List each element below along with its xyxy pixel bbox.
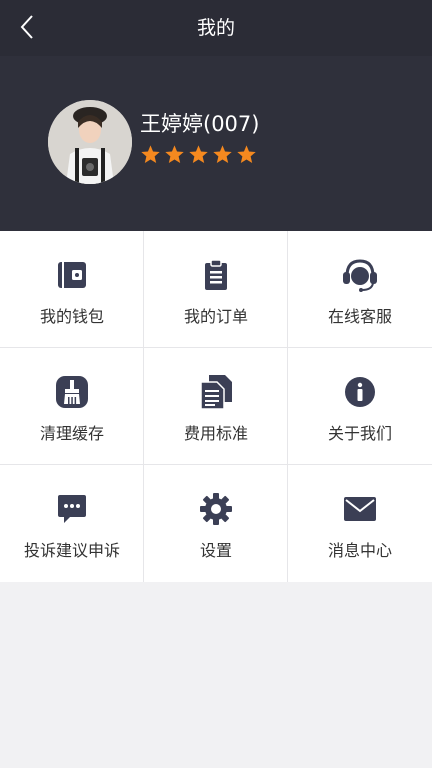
menu-item-label: 消息中心 xyxy=(327,541,392,560)
wallet-icon xyxy=(54,257,90,293)
headset-icon xyxy=(342,257,378,293)
menu-item-label: 清理缓存 xyxy=(39,424,104,443)
broom-icon xyxy=(54,374,90,410)
menu-item-label: 费用标准 xyxy=(183,424,248,443)
menu-item-support[interactable]: 在线客服 xyxy=(288,231,432,348)
menu-item-label: 我的订单 xyxy=(183,307,248,326)
star-icon xyxy=(237,145,256,163)
menu-item-label: 投诉建议申诉 xyxy=(23,541,120,560)
star-rating xyxy=(140,144,257,165)
avatar-photo xyxy=(48,100,132,184)
menu-item-feedback[interactable]: 投诉建议申诉 xyxy=(0,465,144,582)
menu-item-wallet[interactable]: 我的钱包 xyxy=(0,231,144,348)
menu-item-settings[interactable]: 设置 xyxy=(144,465,288,582)
menu-item-label: 在线客服 xyxy=(327,307,392,326)
profile-header: 王婷婷(007) xyxy=(0,56,432,231)
star-icon xyxy=(189,145,208,163)
avatar[interactable] xyxy=(48,100,132,184)
gear-icon xyxy=(198,491,234,527)
star-icon xyxy=(165,145,184,163)
menu-item-label: 设置 xyxy=(199,541,232,560)
profile-page: 我的 王婷婷(007) 我的钱包 我的订单 在线客服 清理缓存 费用标准 关于我… xyxy=(0,0,432,768)
star-icon xyxy=(213,145,232,163)
star-icon xyxy=(141,145,160,163)
clipboard-icon xyxy=(198,257,234,293)
user-name: 王婷婷(007) xyxy=(140,112,260,136)
documents-icon xyxy=(198,374,234,410)
menu-item-messages[interactable]: 消息中心 xyxy=(288,465,432,582)
chat-bubble-icon xyxy=(54,491,90,527)
menu-item-label: 我的钱包 xyxy=(39,307,104,326)
menu-item-orders[interactable]: 我的订单 xyxy=(144,231,288,348)
menu-item-pricing[interactable]: 费用标准 xyxy=(144,348,288,465)
menu-grid: 我的钱包 我的订单 在线客服 清理缓存 费用标准 关于我们 投诉建议申诉 设置 … xyxy=(0,231,432,582)
envelope-icon xyxy=(342,491,378,527)
menu-item-about[interactable]: 关于我们 xyxy=(288,348,432,465)
info-icon xyxy=(342,374,378,410)
menu-item-label: 关于我们 xyxy=(327,424,392,443)
top-bar: 我的 xyxy=(0,0,432,56)
menu-item-clear-cache[interactable]: 清理缓存 xyxy=(0,348,144,465)
page-title: 我的 xyxy=(196,17,235,39)
